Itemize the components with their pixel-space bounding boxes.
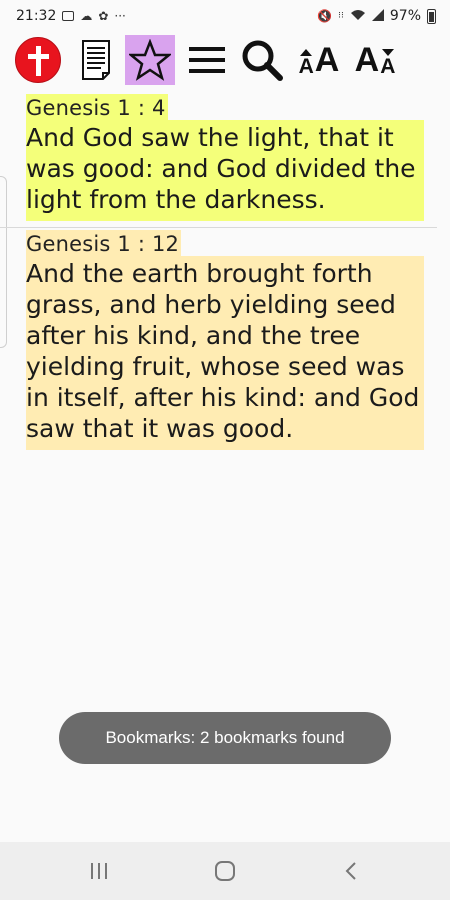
verse-text: And God saw the light, that it was good:… — [26, 120, 424, 221]
font-size-decrease-icon: A A — [355, 43, 396, 77]
verse-reference: Genesis 1 : 12 — [26, 230, 182, 256]
back-icon — [345, 862, 356, 880]
bible-button[interactable] — [14, 36, 62, 84]
font-small-letter: A — [298, 55, 314, 78]
bookmark-star-icon — [129, 39, 171, 81]
battery-percent: 97% — [389, 8, 421, 24]
bible-cross-icon — [15, 37, 61, 83]
document-icon — [82, 40, 110, 80]
search-button[interactable] — [238, 36, 286, 84]
more-notifications-icon: ··· — [114, 9, 126, 23]
signal-icon — [371, 9, 384, 23]
menu-button[interactable] — [186, 36, 228, 84]
home-button[interactable] — [205, 856, 245, 886]
status-time: 21:32 — [16, 8, 57, 24]
mute-icon: 🔇 — [317, 9, 333, 23]
cloud-notification-icon: ☁ — [80, 9, 93, 23]
status-left: 21:32 ☁ ✿ ··· — [16, 8, 126, 24]
bookmarks-list: Genesis 1 : 4 And God saw the light, tha… — [0, 86, 450, 450]
back-button[interactable] — [331, 856, 371, 886]
battery-icon — [427, 8, 436, 24]
volte-icon: ⁝⁝ — [338, 10, 344, 21]
font-large-letter: A — [354, 41, 380, 79]
divider — [0, 227, 437, 228]
menu-icon — [189, 47, 225, 73]
document-button[interactable] — [76, 36, 116, 84]
verse-text: And the earth brought forth grass, and h… — [26, 256, 424, 450]
toolbar: A A A A — [0, 34, 450, 86]
search-icon — [242, 40, 283, 81]
font-small-letter: A — [380, 55, 396, 78]
font-large-letter: A — [314, 41, 340, 79]
verse-reference: Genesis 1 : 4 — [26, 94, 168, 120]
wifi-icon — [350, 9, 366, 23]
recent-apps-button[interactable] — [79, 856, 119, 886]
gallery-notification-icon — [62, 11, 75, 21]
font-size-increase-button[interactable]: A A — [294, 36, 344, 84]
home-icon — [215, 861, 235, 881]
status-bar: 21:32 ☁ ✿ ··· 🔇 ⁝⁝ 97% — [0, 0, 450, 32]
bookmarks-button[interactable] — [125, 35, 175, 85]
toast-message: Bookmarks: 2 bookmarks found — [59, 712, 391, 764]
font-size-decrease-button[interactable]: A A — [350, 36, 400, 84]
status-right: 🔇 ⁝⁝ 97% — [317, 8, 436, 24]
recent-apps-icon — [91, 863, 107, 879]
app-notification-icon: ✿ — [98, 9, 109, 23]
list-item[interactable]: Genesis 1 : 4 And God saw the light, tha… — [0, 86, 450, 221]
font-size-increase-icon: A A — [299, 43, 340, 77]
list-item[interactable]: Genesis 1 : 12 And the earth brought for… — [0, 230, 450, 450]
navigation-bar — [0, 842, 450, 900]
